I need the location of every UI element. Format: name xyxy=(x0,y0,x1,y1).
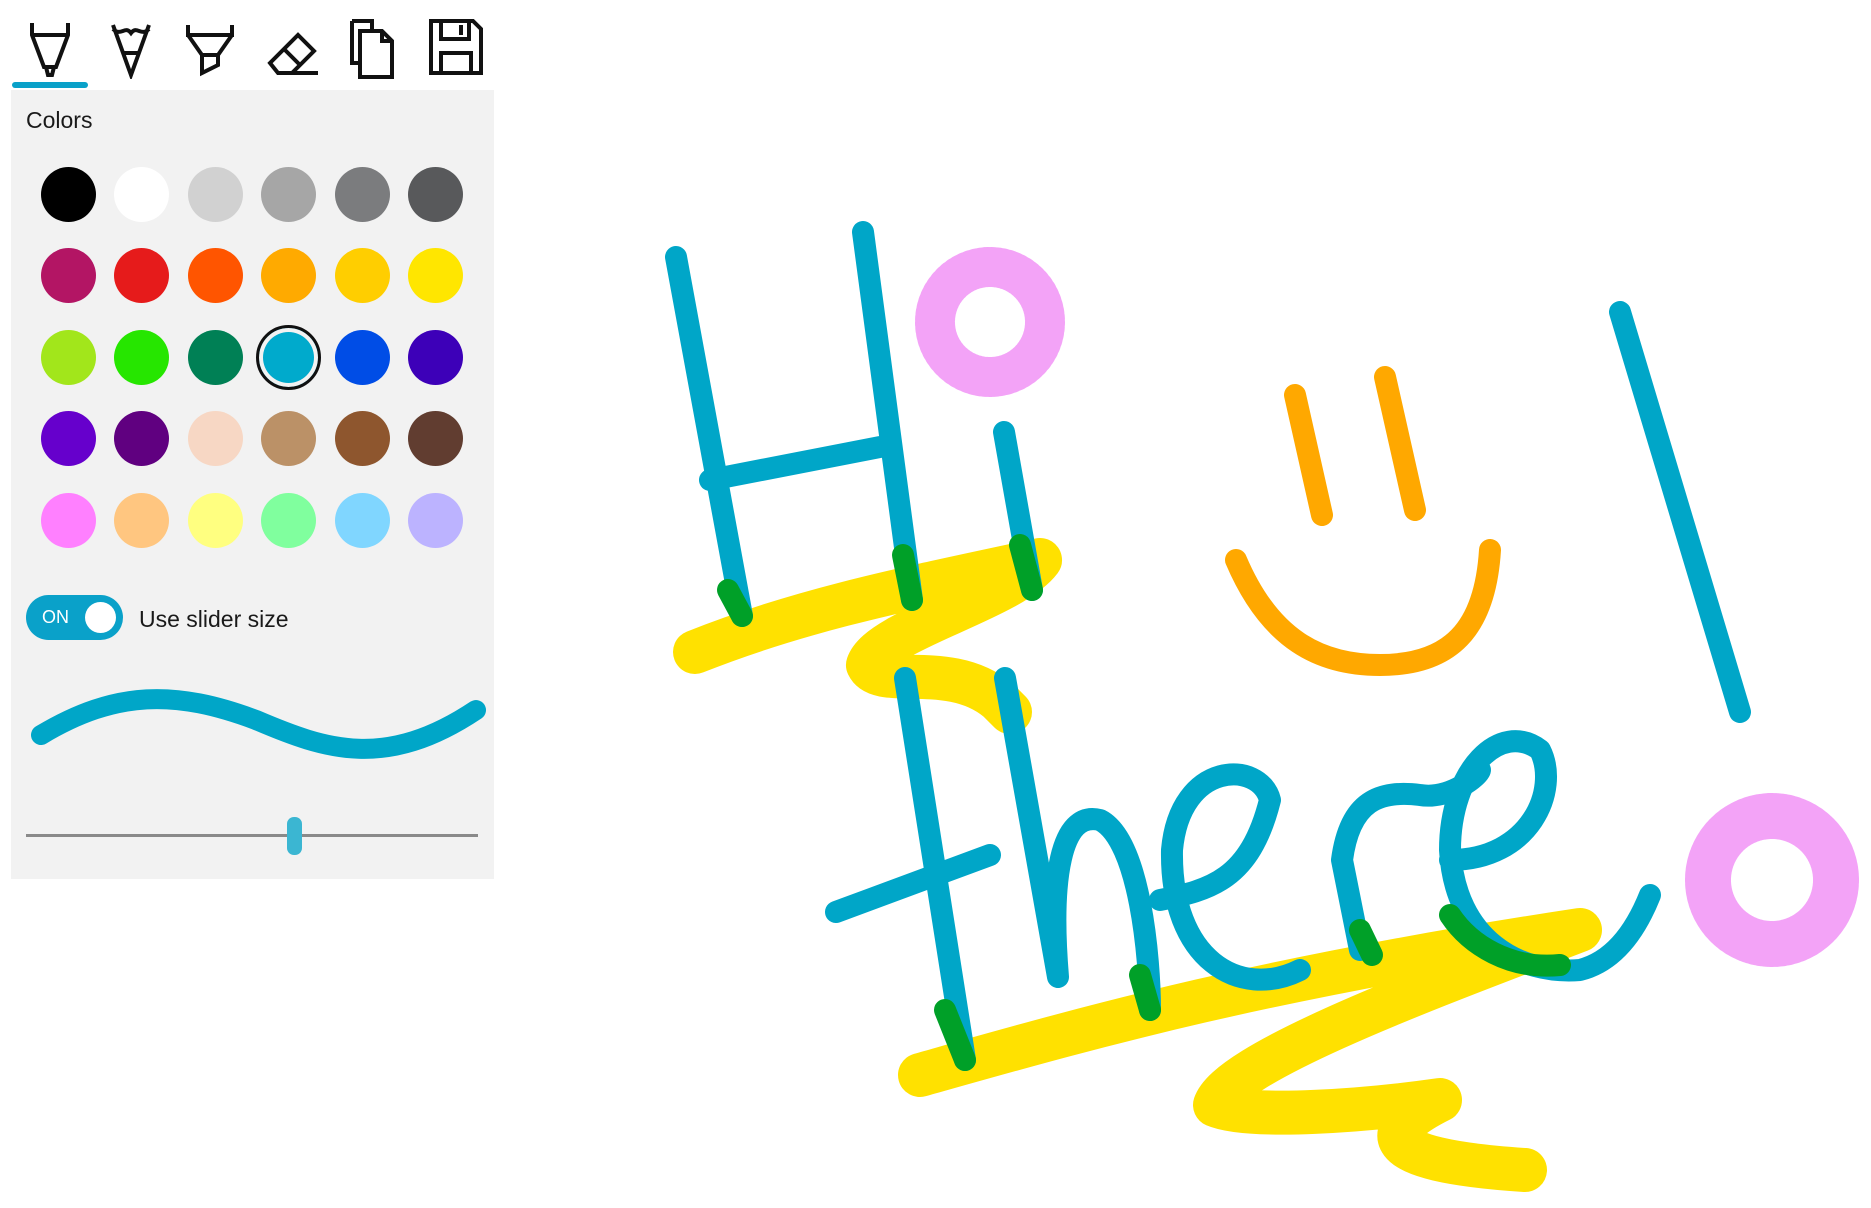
color-swatch[interactable] xyxy=(408,492,463,548)
pencil-icon xyxy=(111,24,151,79)
color-swatch[interactable] xyxy=(408,248,463,303)
color-swatch[interactable] xyxy=(261,166,316,222)
active-tool-indicator xyxy=(12,82,88,88)
color-swatch[interactable] xyxy=(114,329,169,385)
eraser-tool-button[interactable] xyxy=(254,12,330,82)
color-swatch[interactable] xyxy=(114,492,169,548)
color-swatch[interactable] xyxy=(408,411,463,466)
stroke-preview xyxy=(31,689,486,759)
color-swatch[interactable] xyxy=(261,411,316,466)
color-swatch[interactable] xyxy=(40,329,96,385)
color-swatch[interactable] xyxy=(408,329,463,385)
copy-tool-button[interactable] xyxy=(334,12,410,82)
highlighter-icon xyxy=(186,25,234,77)
highlighter-tool-button[interactable] xyxy=(172,12,248,82)
color-swatch[interactable] xyxy=(187,166,243,222)
color-swatch[interactable] xyxy=(40,492,96,548)
color-swatch[interactable] xyxy=(261,492,316,548)
color-swatch[interactable] xyxy=(334,492,390,548)
save-tool-button[interactable] xyxy=(417,12,493,82)
color-swatch[interactable] xyxy=(40,166,96,222)
pencil-tool-button[interactable] xyxy=(93,12,169,82)
color-swatch[interactable] xyxy=(114,248,169,303)
color-flyout: Colors ON Use slider size xyxy=(11,90,494,879)
pen-icon xyxy=(30,23,70,77)
size-slider-thumb[interactable] xyxy=(287,817,302,855)
color-swatch[interactable] xyxy=(40,411,96,466)
toggle-state: ON xyxy=(42,607,69,627)
color-swatch[interactable] xyxy=(334,411,390,466)
color-swatch[interactable] xyxy=(187,329,243,385)
color-swatch[interactable] xyxy=(261,248,316,303)
color-swatch[interactable] xyxy=(334,248,390,303)
color-swatch[interactable] xyxy=(334,329,390,385)
color-swatch[interactable] xyxy=(40,248,96,303)
slider-size-toggle[interactable]: ON xyxy=(26,595,123,640)
color-swatch[interactable] xyxy=(187,411,243,466)
toggle-label: Use slider size xyxy=(139,606,289,632)
color-swatch[interactable] xyxy=(408,166,463,222)
save-icon xyxy=(429,19,483,75)
toolbar xyxy=(0,0,500,90)
color-swatch[interactable] xyxy=(187,492,243,548)
size-slider-track[interactable] xyxy=(26,834,478,837)
color-swatch[interactable] xyxy=(114,166,169,222)
color-swatch[interactable] xyxy=(256,324,321,390)
eraser-icon xyxy=(267,32,318,75)
color-swatch[interactable] xyxy=(334,166,390,222)
color-swatch[interactable] xyxy=(187,248,243,303)
pen-tool-button[interactable] xyxy=(12,12,88,82)
orange-smiley-stroke xyxy=(1225,366,1501,676)
toggle-knob xyxy=(85,602,116,633)
copy-icon xyxy=(350,19,394,79)
color-swatch[interactable] xyxy=(114,411,169,466)
colors-title: Colors xyxy=(26,107,93,133)
